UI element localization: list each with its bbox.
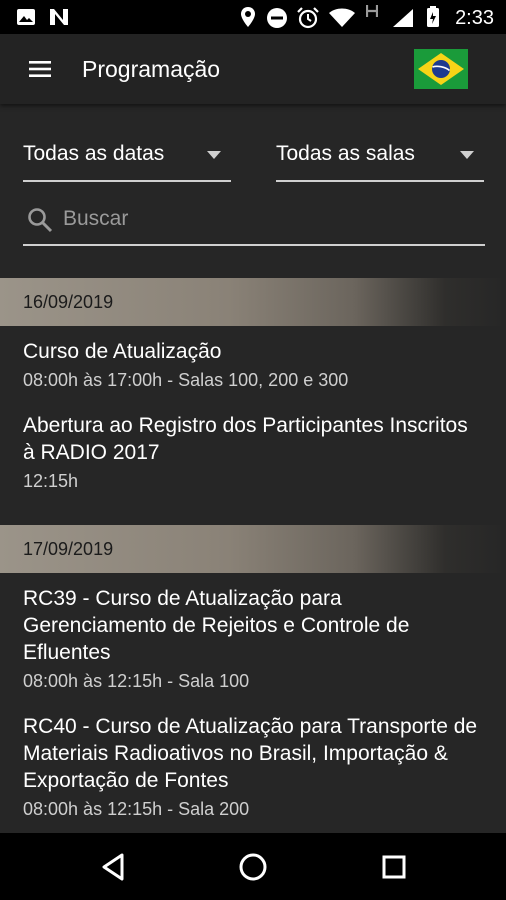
language-button[interactable] xyxy=(414,49,468,89)
page-title: Programação xyxy=(82,56,221,82)
home-icon xyxy=(239,853,267,881)
app-bar: Programação xyxy=(0,34,506,104)
event-title: Curso de Atualização xyxy=(23,340,222,363)
event-time: 08:00h às 12:15h - Sala 200 xyxy=(23,799,250,819)
n-icon xyxy=(50,9,68,25)
alarm-icon xyxy=(297,7,319,29)
recents-icon xyxy=(382,855,406,879)
dropdown-arrow-icon xyxy=(460,151,474,159)
navigation-bar xyxy=(0,833,506,900)
event-time: 08:00h às 12:15h - Sala 100 xyxy=(23,671,250,691)
event-time: 12:15h xyxy=(23,471,79,491)
location-icon xyxy=(241,7,255,27)
h-signal-icon xyxy=(366,5,378,17)
event-time: 08:00h às 17:00h - Salas 100, 200 e 300 xyxy=(23,370,349,390)
hamburger-menu-icon xyxy=(29,61,51,77)
event-title: Abertura ao Registro dos Participantes I… xyxy=(23,414,468,464)
recents-button[interactable] xyxy=(376,849,412,885)
wifi-icon xyxy=(329,8,355,27)
event-title: RC40 - Curso de Atualização para Transpo… xyxy=(23,715,478,792)
cell-signal-icon xyxy=(393,9,413,27)
date-filter-dropdown[interactable]: Todas as datas xyxy=(23,134,231,182)
date-header-label: 17/09/2019 xyxy=(23,538,114,559)
list-item[interactable]: RC40 - Curso de Atualização para Transpo… xyxy=(0,693,506,821)
date-header: 17/09/2019 xyxy=(0,525,506,573)
brazil-flag-icon xyxy=(414,49,468,89)
room-filter-dropdown[interactable]: Todas as salas xyxy=(276,134,484,182)
list-item[interactable]: RC39 - Curso de Atualização para Gerenci… xyxy=(0,573,506,693)
search-input[interactable] xyxy=(63,202,473,236)
dropdown-arrow-icon xyxy=(207,151,221,159)
back-button[interactable] xyxy=(96,849,132,885)
image-icon xyxy=(17,9,35,25)
do-not-disturb-icon xyxy=(267,8,287,28)
status-clock: 2:33 xyxy=(455,7,494,29)
back-icon xyxy=(102,853,124,881)
date-header: 16/09/2019 xyxy=(0,278,506,326)
status-bar: 2:33 xyxy=(0,0,506,34)
home-button[interactable] xyxy=(235,849,271,885)
menu-button[interactable] xyxy=(18,52,62,86)
list-item[interactable]: Curso de Atualização 08:00h às 17:00h - … xyxy=(0,326,506,392)
list-item[interactable]: Abertura ao Registro dos Participantes I… xyxy=(0,392,506,493)
search-field[interactable] xyxy=(23,198,485,246)
schedule-list: 16/09/2019 Curso de Atualização 08:00h à… xyxy=(0,278,506,821)
search-icon xyxy=(28,208,53,233)
date-header-label: 16/09/2019 xyxy=(23,291,114,312)
event-title: RC39 - Curso de Atualização para Gerenci… xyxy=(23,587,410,664)
room-filter-value: Todas as salas xyxy=(276,142,415,165)
date-filter-value: Todas as datas xyxy=(23,142,165,165)
battery-icon xyxy=(427,6,439,27)
